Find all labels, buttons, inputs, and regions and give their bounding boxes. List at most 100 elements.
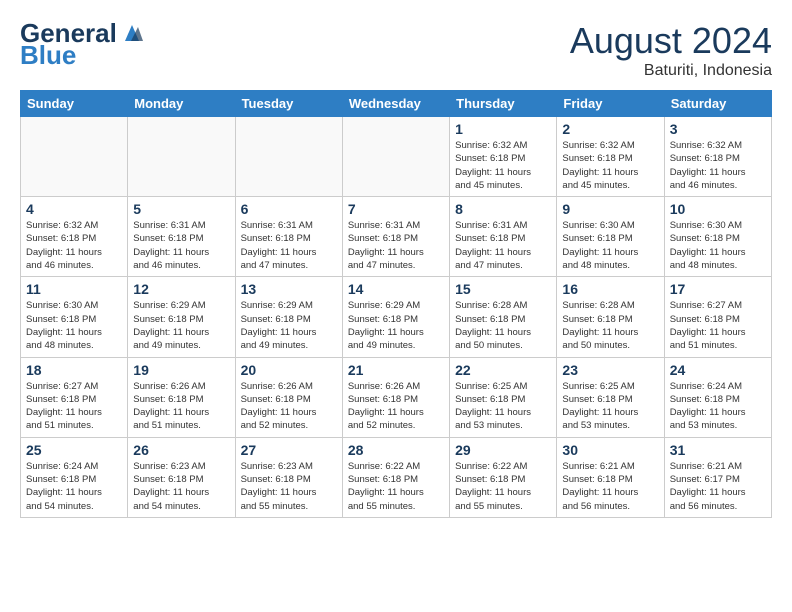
day-number: 30 bbox=[562, 442, 658, 458]
day-number: 5 bbox=[133, 201, 229, 217]
day-info: Sunrise: 6:27 AM Sunset: 6:18 PM Dayligh… bbox=[670, 299, 766, 352]
calendar-cell bbox=[128, 117, 235, 197]
day-number: 2 bbox=[562, 121, 658, 137]
day-info: Sunrise: 6:30 AM Sunset: 6:18 PM Dayligh… bbox=[562, 219, 658, 272]
calendar-cell: 20Sunrise: 6:26 AM Sunset: 6:18 PM Dayli… bbox=[235, 357, 342, 437]
day-info: Sunrise: 6:26 AM Sunset: 6:18 PM Dayligh… bbox=[241, 380, 337, 433]
calendar-cell: 3 Sunrise: 6:32 AM Sunset: 6:18 PM Daylig… bbox=[664, 117, 771, 197]
day-info: Sunrise: 6:32 AM Sunset: 6:18 PM Dayligh… bbox=[562, 139, 658, 192]
calendar-cell: 1 Sunrise: 6:32 AM Sunset: 6:18 PM Daylig… bbox=[450, 117, 557, 197]
calendar-cell: 24Sunrise: 6:24 AM Sunset: 6:18 PM Dayli… bbox=[664, 357, 771, 437]
day-info: Sunrise: 6:31 AM Sunset: 6:18 PM Dayligh… bbox=[455, 219, 551, 272]
day-info: Sunrise: 6:21 AM Sunset: 6:17 PM Dayligh… bbox=[670, 460, 766, 513]
day-info: Sunrise: 6:25 AM Sunset: 6:18 PM Dayligh… bbox=[562, 380, 658, 433]
calendar-cell: 21 Sunrise: 6:26 AM Sunset: 6:18 PM Dayli… bbox=[342, 357, 449, 437]
calendar-cell: 12 Sunrise: 6:29 AM Sunset: 6:18 PM Dayli… bbox=[128, 277, 235, 357]
calendar-cell: 16 Sunrise: 6:28 AM Sunset: 6:18 PM Dayli… bbox=[557, 277, 664, 357]
calendar-week-1: 1 Sunrise: 6:32 AM Sunset: 6:18 PM Daylig… bbox=[21, 117, 772, 197]
day-number: 7 bbox=[348, 201, 444, 217]
day-number: 29 bbox=[455, 442, 551, 458]
calendar-cell: 9 Sunrise: 6:30 AM Sunset: 6:18 PM Daylig… bbox=[557, 197, 664, 277]
calendar-cell: 31Sunrise: 6:21 AM Sunset: 6:17 PM Dayli… bbox=[664, 437, 771, 517]
calendar-cell: 10 Sunrise: 6:30 AM Sunset: 6:18 PM Dayli… bbox=[664, 197, 771, 277]
day-number: 14 bbox=[348, 281, 444, 297]
day-info: Sunrise: 6:31 AM Sunset: 6:18 PM Dayligh… bbox=[348, 219, 444, 272]
day-number: 19 bbox=[133, 362, 229, 378]
day-number: 15 bbox=[455, 281, 551, 297]
day-number: 4 bbox=[26, 201, 122, 217]
day-number: 23 bbox=[562, 362, 658, 378]
day-info: Sunrise: 6:21 AM Sunset: 6:18 PM Dayligh… bbox=[562, 460, 658, 513]
day-info: Sunrise: 6:24 AM Sunset: 6:18 PM Dayligh… bbox=[670, 380, 766, 433]
calendar-cell bbox=[21, 117, 128, 197]
day-number: 27 bbox=[241, 442, 337, 458]
day-number: 11 bbox=[26, 281, 122, 297]
day-number: 25 bbox=[26, 442, 122, 458]
day-number: 6 bbox=[241, 201, 337, 217]
calendar-body: 1 Sunrise: 6:32 AM Sunset: 6:18 PM Daylig… bbox=[21, 117, 772, 518]
day-info: Sunrise: 6:25 AM Sunset: 6:18 PM Dayligh… bbox=[455, 380, 551, 433]
day-info: Sunrise: 6:24 AM Sunset: 6:18 PM Dayligh… bbox=[26, 460, 122, 513]
day-info: Sunrise: 6:29 AM Sunset: 6:18 PM Dayligh… bbox=[348, 299, 444, 352]
day-info: Sunrise: 6:22 AM Sunset: 6:18 PM Dayligh… bbox=[455, 460, 551, 513]
day-info: Sunrise: 6:32 AM Sunset: 6:18 PM Dayligh… bbox=[26, 219, 122, 272]
calendar-cell: 14 Sunrise: 6:29 AM Sunset: 6:18 PM Dayli… bbox=[342, 277, 449, 357]
calendar-cell: 22 Sunrise: 6:25 AM Sunset: 6:18 PM Dayli… bbox=[450, 357, 557, 437]
day-header-wednesday: Wednesday bbox=[342, 91, 449, 117]
day-header-friday: Friday bbox=[557, 91, 664, 117]
day-number: 28 bbox=[348, 442, 444, 458]
day-info: Sunrise: 6:28 AM Sunset: 6:18 PM Dayligh… bbox=[562, 299, 658, 352]
day-info: Sunrise: 6:27 AM Sunset: 6:18 PM Dayligh… bbox=[26, 380, 122, 433]
calendar-cell: 13 Sunrise: 6:29 AM Sunset: 6:18 PM Dayli… bbox=[235, 277, 342, 357]
logo-icon bbox=[121, 23, 143, 43]
day-info: Sunrise: 6:32 AM Sunset: 6:18 PM Dayligh… bbox=[455, 139, 551, 192]
calendar-cell: 27 Sunrise: 6:23 AM Sunset: 6:18 PM Dayli… bbox=[235, 437, 342, 517]
day-info: Sunrise: 6:29 AM Sunset: 6:18 PM Dayligh… bbox=[133, 299, 229, 352]
day-info: Sunrise: 6:23 AM Sunset: 6:18 PM Dayligh… bbox=[241, 460, 337, 513]
calendar-cell: 29 Sunrise: 6:22 AM Sunset: 6:18 PM Dayli… bbox=[450, 437, 557, 517]
month-title: August 2024 bbox=[570, 20, 772, 62]
day-info: Sunrise: 6:26 AM Sunset: 6:18 PM Dayligh… bbox=[133, 380, 229, 433]
calendar-cell: 7 Sunrise: 6:31 AM Sunset: 6:18 PM Daylig… bbox=[342, 197, 449, 277]
day-info: Sunrise: 6:22 AM Sunset: 6:18 PM Dayligh… bbox=[348, 460, 444, 513]
day-number: 9 bbox=[562, 201, 658, 217]
calendar-cell: 11Sunrise: 6:30 AM Sunset: 6:18 PM Dayli… bbox=[21, 277, 128, 357]
day-number: 13 bbox=[241, 281, 337, 297]
day-info: Sunrise: 6:32 AM Sunset: 6:18 PM Dayligh… bbox=[670, 139, 766, 192]
calendar-cell: 5Sunrise: 6:31 AM Sunset: 6:18 PM Daylig… bbox=[128, 197, 235, 277]
day-info: Sunrise: 6:30 AM Sunset: 6:18 PM Dayligh… bbox=[670, 219, 766, 272]
day-number: 1 bbox=[455, 121, 551, 137]
calendar-cell: 23 Sunrise: 6:25 AM Sunset: 6:18 PM Dayli… bbox=[557, 357, 664, 437]
day-info: Sunrise: 6:28 AM Sunset: 6:18 PM Dayligh… bbox=[455, 299, 551, 352]
day-header-thursday: Thursday bbox=[450, 91, 557, 117]
calendar-week-3: 11Sunrise: 6:30 AM Sunset: 6:18 PM Dayli… bbox=[21, 277, 772, 357]
day-header-sunday: Sunday bbox=[21, 91, 128, 117]
calendar-cell bbox=[342, 117, 449, 197]
calendar-cell: 8 Sunrise: 6:31 AM Sunset: 6:18 PM Daylig… bbox=[450, 197, 557, 277]
day-info: Sunrise: 6:29 AM Sunset: 6:18 PM Dayligh… bbox=[241, 299, 337, 352]
day-number: 10 bbox=[670, 201, 766, 217]
calendar-week-2: 4 Sunrise: 6:32 AM Sunset: 6:18 PM Daylig… bbox=[21, 197, 772, 277]
day-number: 16 bbox=[562, 281, 658, 297]
calendar-cell: 19 Sunrise: 6:26 AM Sunset: 6:18 PM Dayli… bbox=[128, 357, 235, 437]
day-number: 21 bbox=[348, 362, 444, 378]
day-info: Sunrise: 6:31 AM Sunset: 6:18 PM Dayligh… bbox=[241, 219, 337, 272]
calendar-cell: 15 Sunrise: 6:28 AM Sunset: 6:18 PM Dayli… bbox=[450, 277, 557, 357]
calendar-cell: 4 Sunrise: 6:32 AM Sunset: 6:18 PM Daylig… bbox=[21, 197, 128, 277]
calendar-cell bbox=[235, 117, 342, 197]
day-number: 22 bbox=[455, 362, 551, 378]
calendar-cell: 26Sunrise: 6:23 AM Sunset: 6:18 PM Dayli… bbox=[128, 437, 235, 517]
calendar-cell: 25 Sunrise: 6:24 AM Sunset: 6:18 PM Dayli… bbox=[21, 437, 128, 517]
title-block: August 2024 Baturiti, Indonesia bbox=[570, 20, 772, 80]
day-number: 12 bbox=[133, 281, 229, 297]
calendar-cell: 30 Sunrise: 6:21 AM Sunset: 6:18 PM Dayli… bbox=[557, 437, 664, 517]
calendar-table: SundayMondayTuesdayWednesdayThursdayFrid… bbox=[20, 90, 772, 518]
day-header-monday: Monday bbox=[128, 91, 235, 117]
location: Baturiti, Indonesia bbox=[570, 62, 772, 80]
day-number: 3 bbox=[670, 121, 766, 137]
calendar-header-row: SundayMondayTuesdayWednesdayThursdayFrid… bbox=[21, 91, 772, 117]
day-info: Sunrise: 6:26 AM Sunset: 6:18 PM Dayligh… bbox=[348, 380, 444, 433]
day-number: 17 bbox=[670, 281, 766, 297]
day-number: 8 bbox=[455, 201, 551, 217]
calendar-cell: 6 Sunrise: 6:31 AM Sunset: 6:18 PM Daylig… bbox=[235, 197, 342, 277]
